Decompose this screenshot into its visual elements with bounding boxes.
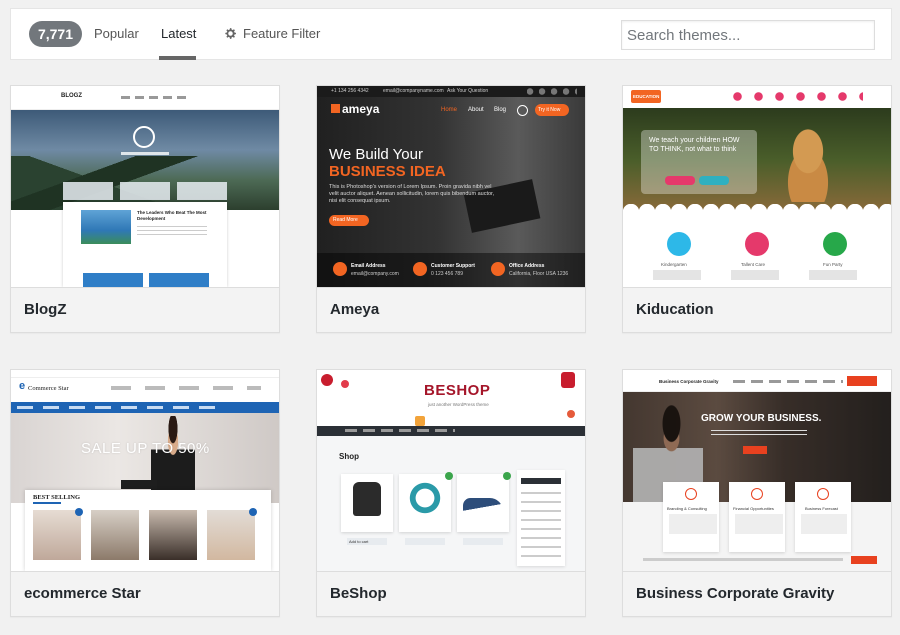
theme-screenshot: +1 134 256 4342 email@companyname.com As… [317, 86, 585, 287]
tab-latest[interactable]: Latest [161, 26, 196, 41]
preview-logo-e: e [19, 380, 26, 392]
theme-screenshot: e Commerce Star SALE UP TO 50% BEST SELL… [11, 370, 279, 571]
tab-popular[interactable]: Popular [94, 26, 139, 41]
preview-menu-home: Home [441, 107, 458, 113]
search-themes-input[interactable] [621, 20, 875, 50]
theme-screenshot: BLOGZ The Leaders Who Beat The Most Deve… [11, 86, 279, 287]
preview-headline-2: BUSINESS IDEA [329, 163, 446, 180]
theme-card-blogz[interactable]: BLOGZ The Leaders Who Beat The Most Deve… [10, 85, 280, 333]
preview-logo: Business Corporate Gravity [659, 379, 719, 384]
theme-card-ameya[interactable]: +1 134 256 4342 email@companyname.com As… [316, 85, 586, 333]
theme-card-kiducation[interactable]: EDUCATION We teach your children HOW TO … [622, 85, 892, 333]
feature-filter-label: Feature Filter [243, 26, 321, 41]
preview-sale: SALE UP TO 50% [81, 440, 210, 457]
theme-card-business-corporate-gravity[interactable]: Business Corporate Gravity GROW YOUR BUS… [622, 369, 892, 617]
theme-card-ecommerce-star[interactable]: e Commerce Star SALE UP TO 50% BEST SELL… [10, 369, 280, 617]
preview-email: email@companyname.com [383, 88, 444, 94]
theme-card-footer: BeShop [317, 571, 585, 616]
theme-filter-bar: 7,771 Popular Latest Feature Filter [10, 8, 892, 60]
preview-logo: BESHOP [424, 382, 491, 399]
preview-ask: Ask Your Question [447, 88, 489, 94]
preview-feature-1: Branding & Consulting [667, 506, 707, 511]
theme-card-beshop[interactable]: BESHOP just another WordPress theme Shop… [316, 369, 586, 617]
theme-count-badge: 7,771 [29, 21, 82, 47]
theme-name: Business Corporate Gravity [636, 585, 835, 602]
preview-support-value: 0 123 456 789 [431, 271, 463, 277]
preview-cta: Try it Now [538, 107, 561, 113]
preview-logo-text: Commerce Star [28, 385, 69, 392]
feature-filter-button[interactable]: Feature Filter [223, 26, 320, 41]
preview-body: This is Photoshop's version of Lorem Ips… [329, 184, 495, 204]
preview-logo: EDUCATION [633, 94, 660, 99]
preview-feature-2: Financial Opportunities [733, 506, 774, 511]
preview-headline: GROW YOUR BUSINESS. [701, 413, 822, 424]
theme-name: BeShop [330, 585, 387, 602]
theme-card-footer: Kiducation [623, 287, 891, 332]
preview-logo: ameya [342, 102, 380, 116]
preview-read-more: Read More [333, 217, 358, 223]
preview-phone: +1 134 256 4342 [331, 88, 369, 94]
theme-screenshot: Business Corporate Gravity GROW YOUR BUS… [623, 370, 891, 571]
preview-headline-1: We Build Your [329, 146, 423, 163]
preview-headline: We teach your children HOW TO THINK, not… [649, 137, 740, 153]
active-tab-indicator [159, 56, 196, 60]
preview-feature-2: Tallent Care [741, 262, 766, 267]
theme-card-footer: Business Corporate Gravity [623, 571, 891, 616]
theme-card-footer: ecommerce Star [11, 571, 279, 616]
preview-feature-3: Fun Party [823, 262, 843, 267]
preview-add-to-cart: Add to cart [349, 539, 369, 544]
preview-tagline: just another WordPress theme [428, 402, 489, 407]
preview-email-label: Email Address [351, 263, 386, 269]
preview-post-title: The Leaders Who Beat The Most Developmen… [137, 210, 207, 221]
preview-email-value: email@company.com [351, 271, 399, 277]
theme-name: Kiducation [636, 301, 714, 318]
gear-icon [225, 28, 236, 39]
preview-support-label: Customer Support [431, 263, 475, 269]
preview-logo: BLOGZ [61, 93, 82, 99]
preview-feature-3: Business Forecast [805, 506, 838, 511]
preview-feature-1: Kindergarten [661, 262, 687, 267]
preview-office-value: California, Floor USA 1236 [509, 271, 569, 277]
theme-card-footer: BlogZ [11, 287, 279, 332]
preview-section-title: Shop [339, 452, 359, 461]
preview-office-label: Office Address [509, 263, 545, 269]
theme-name: Ameya [330, 301, 380, 318]
theme-name: ecommerce Star [24, 585, 141, 602]
theme-screenshot: EDUCATION We teach your children HOW TO … [623, 86, 891, 287]
preview-menu-about: About [468, 107, 484, 113]
preview-best-selling: BEST SELLING [33, 494, 81, 501]
theme-card-footer: Ameya [317, 287, 585, 332]
theme-name: BlogZ [24, 301, 67, 318]
theme-screenshot: BESHOP just another WordPress theme Shop… [317, 370, 585, 571]
preview-menu-blog: Blog [494, 107, 507, 113]
